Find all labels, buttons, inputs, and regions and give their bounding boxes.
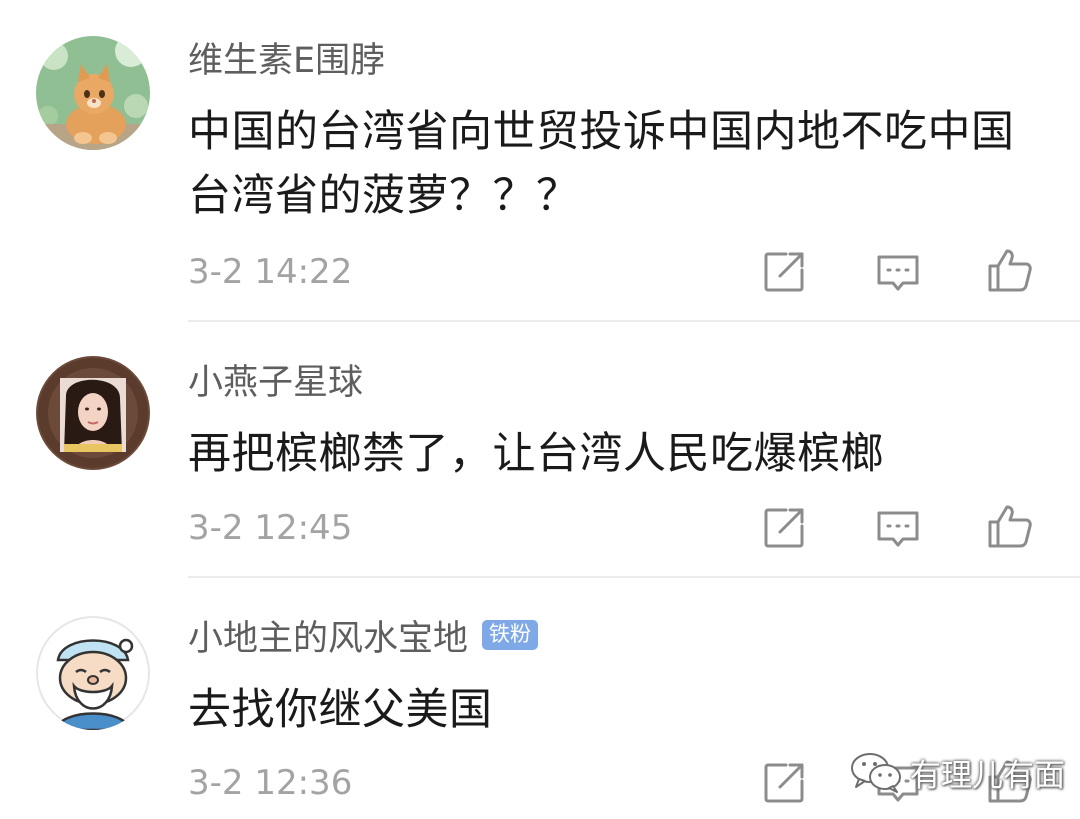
username-text[interactable]: 小地主的风水宝地 [188,619,468,659]
comment-item: 维生素E围脖 中国的台湾省向世贸投诉中国内地不吃中国台湾省的菠萝？？？ 3-2 … [0,0,1080,322]
watermark-text: 有理儿有面 [910,757,1065,794]
comment-text: 中国的台湾省向世贸投诉中国内地不吃中国台湾省的菠萝？？？ [188,107,1015,221]
comment-text: 去找你继父美国 [188,685,493,735]
wechat-icon [851,753,901,793]
like-button[interactable] [986,246,1034,294]
comment-icon [877,255,919,291]
share-icon [764,763,804,803]
fan-badge: 铁粉 [482,620,539,650]
timestamp: 3-2 12:36 [188,763,353,803]
reply-button[interactable] [874,248,922,296]
share-button[interactable] [760,248,808,296]
comment-icon [877,511,919,547]
comment-item: 小燕子星球 再把槟榔禁了，让台湾人民吃爆槟榔 3-2 12:45 [0,322,1080,578]
avatar[interactable] [36,616,150,730]
comment-list: 维生素E围脖 中国的台湾省向世贸投诉中国内地不吃中国台湾省的菠萝？？？ 3-2 … [0,0,1080,819]
reply-button[interactable] [874,504,922,552]
share-button[interactable] [760,504,808,552]
username[interactable]: 小地主的风水宝地 铁粉 [188,619,539,659]
share-button[interactable] [760,759,808,807]
avatar[interactable] [36,36,150,150]
username-text[interactable]: 维生素E围脖 [188,41,385,81]
timestamp: 3-2 14:22 [188,252,353,292]
like-icon [988,505,1032,548]
share-icon [764,508,804,548]
cartoon-old-man-avatar-image [36,616,150,730]
comment-text: 再把槟榔禁了，让台湾人民吃爆槟榔 [188,429,884,479]
like-icon [988,249,1032,292]
username-text[interactable]: 小燕子星球 [188,363,363,403]
username[interactable]: 维生素E围脖 [188,44,385,79]
like-button[interactable] [986,502,1034,550]
watermark: 有理儿有面 [850,748,1065,796]
username[interactable]: 小燕子星球 [188,366,363,401]
avatar[interactable] [36,356,150,470]
timestamp: 3-2 12:45 [188,508,353,548]
woman-avatar-image [36,356,150,470]
share-icon [764,252,804,292]
cat-avatar-image [36,36,150,150]
